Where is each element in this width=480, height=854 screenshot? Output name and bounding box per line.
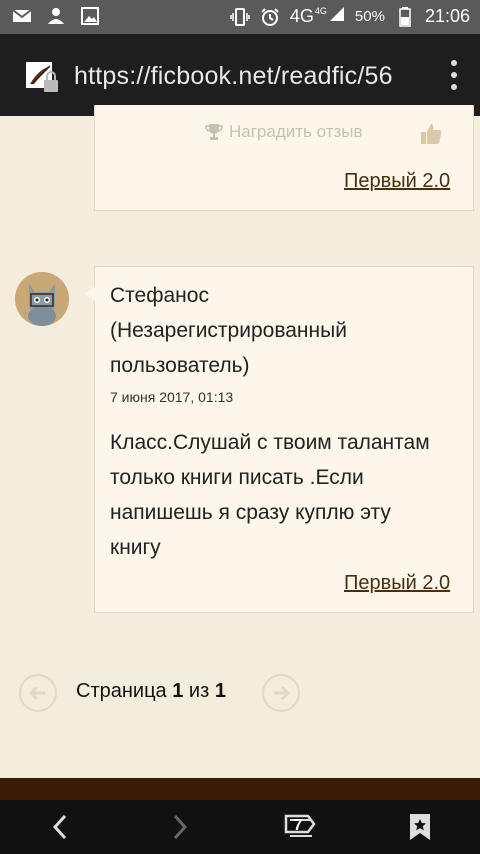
pager-total: 1 [214, 680, 226, 702]
comment-line: напишешь я сразу куплю эту [110, 501, 391, 524]
battery-percent: 50% [354, 8, 385, 25]
comment-line: только книги писать .Если [110, 466, 364, 489]
url-text[interactable]: https://ficbook.net/readfic/56 [74, 62, 393, 91]
trophy-icon [205, 124, 223, 140]
reward-label: Наградить отзыв [229, 122, 363, 141]
comment-text: Класс.Слушай с твоим талантам только кни… [110, 425, 460, 565]
author-status-cont: пользователь) [110, 354, 250, 377]
browser-nav-bar: 7 [0, 800, 480, 854]
author-name: Стефанос [110, 284, 209, 307]
first-link-comment[interactable]: Первый 2.0 [344, 572, 450, 595]
chevron-right-icon [173, 814, 188, 840]
network-indicator: 4G 4G [290, 6, 345, 27]
chevron-left-icon [52, 814, 67, 840]
previous-comment-card [94, 105, 474, 211]
overflow-menu-icon[interactable] [450, 60, 458, 90]
arrow-left-icon [28, 685, 45, 701]
pager [0, 672, 480, 716]
next-page-button[interactable] [262, 674, 300, 712]
comment-line: Класс.Слушай с твоим талантам [110, 431, 430, 454]
site-footer-band [0, 778, 480, 800]
account-icon [46, 7, 66, 25]
first-link-previous[interactable]: Первый 2.0 [344, 170, 450, 193]
tab-count: 7 [293, 817, 303, 834]
comment-pointer [84, 286, 96, 302]
alarm-icon [260, 7, 280, 26]
site-favicon-lock-icon[interactable] [24, 60, 62, 101]
author-status: (Незарегистрированный [110, 319, 347, 342]
back-button[interactable] [42, 810, 78, 844]
tabs-button[interactable]: 7 [282, 810, 318, 844]
pager-prefix: Страница [76, 680, 167, 702]
email-icon [12, 7, 32, 25]
signal-icon [329, 6, 345, 27]
arrow-right-icon [274, 685, 291, 701]
battery-icon [395, 6, 415, 27]
bookmark-button[interactable] [402, 810, 438, 844]
vibrate-icon [230, 7, 250, 26]
pager-current: 1 [172, 680, 184, 702]
comment-author[interactable]: Стефанос (Незарегистрированный пользоват… [110, 278, 430, 383]
comment-date: 7 июня 2017, 01:13 [110, 389, 234, 405]
pager-label: Страница 1 из 1 [76, 680, 226, 703]
clock: 21:06 [424, 6, 470, 26]
image-icon [80, 7, 100, 25]
pager-separator: из [188, 680, 210, 702]
avatar[interactable] [15, 272, 69, 326]
reward-review-button[interactable]: Наградить отзыв [205, 122, 363, 142]
status-bar: 4G 4G 50% 21:06 [0, 0, 480, 34]
like-icon[interactable] [419, 122, 443, 151]
bookmark-star-icon [410, 814, 430, 840]
forward-button[interactable] [162, 810, 198, 844]
comment-line: книгу [110, 536, 161, 559]
network-label: 4G [289, 6, 314, 26]
network-small-label: 4G [314, 6, 327, 16]
prev-page-button[interactable] [19, 674, 57, 712]
